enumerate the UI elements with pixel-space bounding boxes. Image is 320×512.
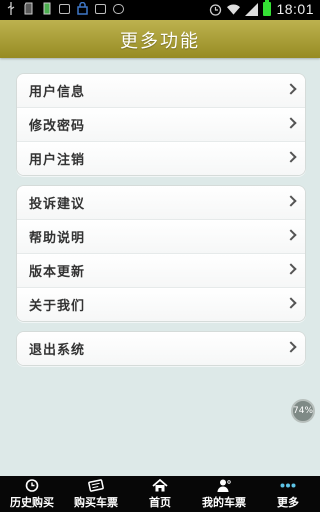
menu-item-version-update[interactable]: 版本更新: [17, 254, 305, 288]
wifi-icon: [227, 3, 241, 16]
tab-label: 我的车票: [202, 496, 246, 509]
menu-item-help[interactable]: 帮助说明: [17, 220, 305, 254]
tab-label: 购买车票: [74, 496, 118, 509]
menu-item-label: 用户信息: [29, 85, 86, 100]
chevron-right-icon: [285, 297, 297, 309]
exit-group: 退出系统: [16, 331, 306, 366]
status-icons-left: [4, 2, 125, 15]
chevron-right-icon: [285, 151, 297, 163]
home-icon: [152, 479, 168, 492]
status-bar: 18:01: [0, 0, 320, 20]
status-time: 18:01: [276, 1, 314, 17]
bottom-tab-bar: 历史购买 购买车票 首页 我的车票 更多: [0, 476, 320, 512]
menu-item-user-info[interactable]: 用户信息: [17, 74, 305, 108]
more-icon: [280, 483, 296, 488]
account-settings-group: 用户信息 修改密码 用户注销: [16, 73, 306, 176]
store-icon: [112, 2, 125, 15]
ticket-icon: [88, 479, 104, 492]
menu-item-label: 投诉建议: [29, 197, 86, 212]
screenshot-icon: [94, 2, 107, 15]
menu-item-label: 关于我们: [29, 299, 86, 314]
alarm-icon: [209, 3, 222, 16]
menu-item-label: 退出系统: [29, 343, 86, 358]
usb-icon: [4, 2, 17, 15]
status-icons-right: 18:01: [209, 0, 314, 17]
menu-item-logout[interactable]: 用户注销: [17, 142, 305, 175]
lock-icon: [76, 2, 89, 15]
signal-icon: [245, 2, 259, 16]
chevron-right-icon: [285, 83, 297, 95]
floating-percent-badge[interactable]: 74%: [291, 399, 315, 423]
image-icon: [58, 2, 71, 15]
menu-item-exit-system[interactable]: 退出系统: [17, 332, 305, 365]
chevron-right-icon: [285, 229, 297, 241]
tab-label: 更多: [277, 496, 299, 509]
chevron-right-icon: [285, 263, 297, 275]
chevron-right-icon: [285, 195, 297, 207]
tab-home[interactable]: 首页: [128, 476, 192, 512]
tab-purchase-history[interactable]: 历史购买: [0, 476, 64, 512]
menu-item-about-us[interactable]: 关于我们: [17, 288, 305, 321]
menu-item-change-password[interactable]: 修改密码: [17, 108, 305, 142]
tab-label: 首页: [149, 496, 171, 509]
menu-item-feedback[interactable]: 投诉建议: [17, 186, 305, 220]
menu-item-label: 用户注销: [29, 153, 86, 168]
battery-status-icon: [40, 2, 53, 15]
tab-buy-ticket[interactable]: 购买车票: [64, 476, 128, 512]
help-group: 投诉建议 帮助说明 版本更新 关于我们: [16, 185, 306, 322]
menu-item-label: 帮助说明: [29, 231, 86, 246]
page-header: 更多功能: [0, 20, 320, 58]
page-title: 更多功能: [120, 31, 200, 52]
tab-more[interactable]: 更多: [256, 476, 320, 512]
tab-label: 历史购买: [10, 496, 54, 509]
sd-card-icon: [22, 2, 35, 15]
menu-item-label: 修改密码: [29, 119, 86, 134]
chevron-right-icon: [285, 117, 297, 129]
menu-item-label: 版本更新: [29, 265, 86, 280]
clock-icon: [25, 479, 39, 492]
user-icon: [217, 479, 231, 492]
chevron-right-icon: [285, 341, 297, 353]
battery-icon: [263, 0, 272, 16]
tab-my-tickets[interactable]: 我的车票: [192, 476, 256, 512]
